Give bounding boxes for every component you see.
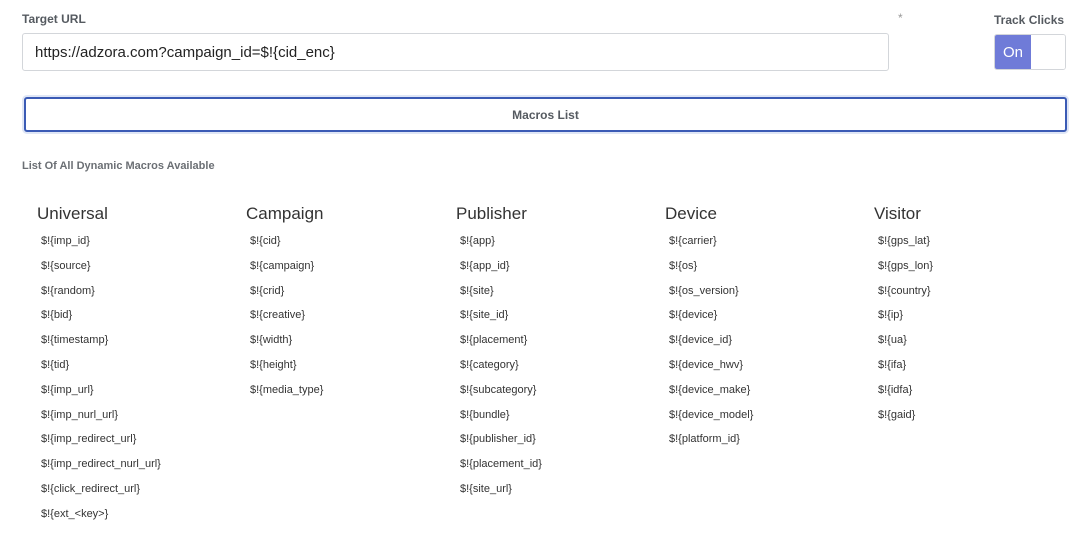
macro-item: $!{imp_redirect_url} — [41, 433, 137, 446]
macro-item: $!{ifa} — [878, 358, 907, 371]
macro-item: $!{gaid} — [878, 408, 916, 421]
macro-item: $!{carrier} — [669, 235, 717, 247]
macro-item: $!{ua} — [878, 334, 907, 347]
macro-column-visitor: Visitor $!{gps_lat} $!{gps_lon} $!{country… — [874, 203, 1074, 431]
macro-item: $!{gps_lon} — [878, 259, 934, 272]
macro-list: $!{gps_lat} $!{gps_lon} $!{country} $!{ip} $… — [874, 233, 1074, 431]
macro-item: $!{width} — [250, 334, 293, 347]
macro-item: $!{idfa} — [878, 383, 913, 396]
macro-item: $!{imp_url} — [41, 383, 94, 396]
macro-list: $!{app} $!{app_id} $!{site} $!{site_id} $!{p… — [456, 233, 656, 506]
macro-item: $!{site} — [460, 284, 494, 297]
track-clicks-toggle[interactable]: On — [994, 34, 1066, 70]
macro-column-device: Device $!{carrier} $!{os} $!{os_version} $!… — [665, 203, 865, 456]
macro-item: $!{timestamp} — [41, 334, 109, 347]
macro-item: $!{media_type} — [250, 383, 324, 396]
macro-item: $!{device_hwv} — [669, 358, 743, 371]
macro-column-campaign: Campaign $!{cid} $!{campaign} $!{crid} $!{c… — [246, 203, 446, 407]
macro-item: $!{bundle} — [460, 408, 510, 421]
macro-item: $!{subcategory} — [460, 383, 537, 396]
column-heading: Device — [665, 204, 717, 223]
required-asterisk: * — [898, 11, 903, 25]
macro-column-universal: Universal $!{imp_id} $!{source} $!{random}… — [37, 203, 237, 531]
target-url-label: Target URL — [22, 12, 86, 26]
column-heading: Publisher — [456, 204, 527, 223]
macro-item: $!{gps_lat} — [878, 235, 930, 247]
macros-list-title: List Of All Dynamic Macros Available — [22, 160, 215, 172]
macro-item: $!{creative} — [250, 309, 306, 322]
toggle-off-area — [1031, 35, 1065, 69]
macro-item: $!{site_id} — [460, 309, 509, 322]
macro-item: $!{site_url} — [460, 482, 512, 495]
track-clicks-label: Track Clicks — [994, 13, 1065, 27]
macro-item: $!{bid} — [41, 309, 73, 322]
macro-list: $!{carrier} $!{os} $!{os_version} $!{device… — [665, 233, 865, 456]
macro-item: $!{placement_id} — [460, 458, 542, 471]
macro-item: $!{country} — [878, 284, 931, 297]
macro-item: $!{imp_id} — [41, 235, 90, 247]
macro-item: $!{platform_id} — [669, 433, 740, 446]
macro-item: $!{random} — [41, 284, 95, 297]
macro-item: $!{os_version} — [669, 284, 739, 297]
macro-item: $!{ip} — [878, 309, 904, 322]
column-heading: Visitor — [874, 204, 921, 223]
macro-item: $!{height} — [250, 358, 297, 371]
macro-item: $!{imp_nurl_url} — [41, 408, 119, 421]
target-url-input[interactable] — [22, 33, 889, 71]
column-heading: Universal — [37, 204, 108, 223]
macro-item: $!{campaign} — [250, 259, 315, 272]
toggle-on-state: On — [995, 35, 1031, 69]
macro-list: $!{imp_id} $!{source} $!{random} $!{bid} $!{… — [37, 233, 237, 531]
column-heading: Campaign — [246, 204, 324, 223]
macro-item: $!{source} — [41, 259, 91, 272]
macro-item: $!{device} — [669, 309, 718, 322]
macro-item: $!{device_model} — [669, 408, 754, 421]
macro-item: $!{device_id} — [669, 334, 732, 347]
macro-item: $!{crid} — [250, 284, 285, 297]
macro-item: $!{device_make} — [669, 383, 751, 396]
macro-item: $!{app_id} — [460, 259, 510, 272]
macro-item: $!{tid} — [41, 358, 70, 371]
macro-column-publisher: Publisher $!{app} $!{app_id} $!{site} $!{si… — [456, 203, 656, 506]
macro-item: $!{app} — [460, 235, 495, 247]
macro-item: $!{os} — [669, 259, 698, 272]
macro-item: $!{placement} — [460, 334, 528, 347]
macro-item: $!{click_redirect_url} — [41, 482, 141, 495]
macro-list: $!{cid} $!{campaign} $!{crid} $!{creative} $… — [246, 233, 446, 407]
macro-item: $!{category} — [460, 358, 519, 371]
macro-item: $!{ext_<key>} — [41, 507, 109, 520]
macro-item: $!{imp_redirect_nurl_url} — [41, 458, 161, 471]
macros-list-button[interactable]: Macros List — [24, 97, 1067, 132]
macro-item: $!{cid} — [250, 235, 281, 247]
macro-item: $!{publisher_id} — [460, 433, 536, 446]
